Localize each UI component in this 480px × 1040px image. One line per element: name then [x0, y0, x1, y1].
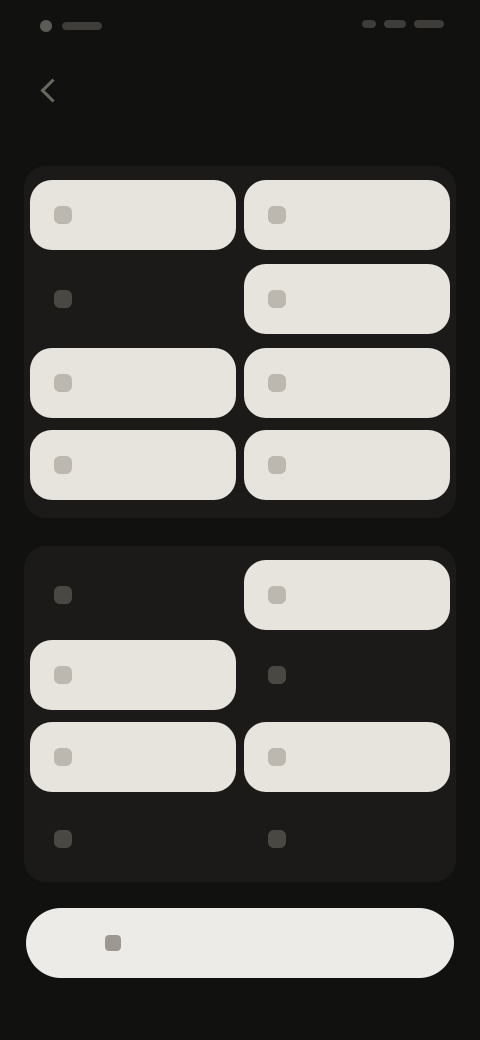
- tile-7[interactable]: [30, 430, 236, 500]
- tile-4[interactable]: [244, 264, 450, 334]
- tile-2[interactable]: [244, 180, 450, 250]
- tile-label: [86, 666, 156, 684]
- screen-cast-icon: [268, 666, 286, 684]
- tile-9[interactable]: [30, 560, 236, 630]
- edit-tiles-label: [135, 934, 375, 952]
- tile-10[interactable]: [244, 560, 450, 630]
- tile-6[interactable]: [244, 348, 450, 418]
- tile-label: [86, 456, 156, 474]
- battery-saver-icon: [268, 586, 286, 604]
- airplane-icon: [54, 374, 72, 392]
- wifi-icon: [54, 206, 72, 224]
- tile-label: [300, 206, 370, 224]
- tile-label: [86, 586, 156, 604]
- screenshot-icon: [268, 748, 286, 766]
- do-not-disturb-icon: [54, 666, 72, 684]
- chevron-left-icon[interactable]: [40, 77, 65, 103]
- tile-3[interactable]: [30, 264, 236, 334]
- clock: [62, 22, 102, 30]
- tile-label: [300, 290, 370, 308]
- tile-label: [86, 290, 156, 308]
- notification-icon: [40, 20, 52, 32]
- nfc-icon: [54, 748, 72, 766]
- quick-settings-group-2: [24, 546, 456, 882]
- status-bar: [0, 0, 480, 56]
- battery-icon: [414, 20, 444, 28]
- status-right: [362, 20, 444, 28]
- tile-12[interactable]: [244, 640, 450, 710]
- tile-label: [86, 830, 156, 848]
- tile-label: [86, 206, 156, 224]
- tile-label: [86, 748, 156, 766]
- eye-comfort-icon: [54, 830, 72, 848]
- tile-label: [300, 586, 370, 604]
- tile-label: [300, 666, 370, 684]
- header: [40, 77, 175, 103]
- tile-11[interactable]: [30, 640, 236, 710]
- status-left: [40, 20, 102, 32]
- mobile-data-icon: [54, 290, 72, 308]
- rotation-icon: [268, 374, 286, 392]
- tile-1[interactable]: [30, 180, 236, 250]
- flashlight-icon: [268, 290, 286, 308]
- edit-icon: [105, 935, 121, 951]
- quick-settings-group-1: [24, 166, 456, 518]
- location-icon: [54, 456, 72, 474]
- tile-label: [300, 748, 370, 766]
- signal-icon: [384, 20, 406, 28]
- tile-14[interactable]: [244, 722, 450, 792]
- wifi-icon: [362, 20, 376, 28]
- tile-13[interactable]: [30, 722, 236, 792]
- edit-tiles-button[interactable]: [26, 908, 454, 978]
- tile-label: [300, 374, 370, 392]
- bluetooth-icon: [268, 206, 286, 224]
- page-title: [75, 80, 175, 100]
- tile-8[interactable]: [244, 430, 450, 500]
- tile-label: [300, 456, 370, 474]
- tile-5[interactable]: [30, 348, 236, 418]
- tile-label: [300, 830, 370, 848]
- dark-mode-icon: [54, 586, 72, 604]
- hotspot-icon: [268, 456, 286, 474]
- tile-16[interactable]: [244, 804, 450, 874]
- tile-label: [86, 374, 156, 392]
- qr-scan-icon: [268, 830, 286, 848]
- tile-15[interactable]: [30, 804, 236, 874]
